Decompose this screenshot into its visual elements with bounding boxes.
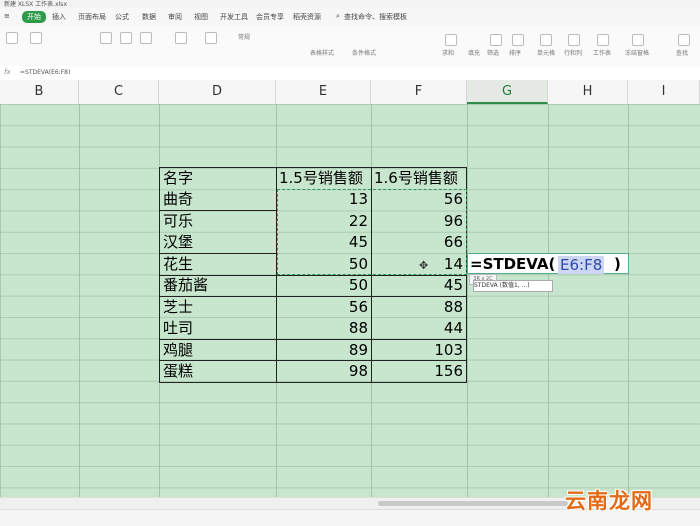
formula-prefix: =STDEVA(	[470, 255, 556, 273]
column-header-row: B C D E F G H I	[0, 80, 700, 105]
formula-suffix: )	[614, 255, 621, 273]
table-style-button[interactable]: 表格样式	[310, 48, 334, 57]
table-cell[interactable]: 22	[277, 211, 368, 232]
table-cell[interactable]: 可乐	[163, 211, 193, 232]
range-reference: E6:F8	[558, 256, 605, 274]
table-cell[interactable]: 芝士	[163, 297, 193, 318]
table-cell[interactable]: 45	[372, 275, 463, 296]
conditional-format-button[interactable]: 条件格式	[352, 48, 376, 57]
table-cell[interactable]: 98	[277, 361, 368, 382]
cell-editor[interactable]: =STDEVA( E6:F8 )	[467, 253, 629, 274]
header-sales-1-5: 1.5号销售额	[279, 169, 363, 187]
table-cell[interactable]: 番茄酱	[163, 275, 208, 296]
worksheet-icon[interactable]	[597, 34, 609, 46]
column-header-b[interactable]: B	[0, 80, 79, 104]
paste-icon[interactable]	[6, 32, 18, 44]
table-cell[interactable]: 88	[372, 297, 463, 318]
table-cell[interactable]: 88	[277, 318, 368, 339]
row-col-icon[interactable]	[568, 34, 580, 46]
table-cell[interactable]: 蛋糕	[163, 361, 193, 382]
find-icon[interactable]	[678, 34, 690, 46]
table-cell[interactable]: 45	[277, 232, 368, 253]
table-cell[interactable]: 50	[277, 275, 368, 296]
table-cell[interactable]: 56	[277, 297, 368, 318]
find-button[interactable]: 查找	[676, 48, 688, 57]
menu-icon[interactable]: ≡	[4, 12, 10, 20]
filter-icon[interactable]	[490, 34, 502, 46]
menu-developer[interactable]: 开发工具	[220, 12, 248, 22]
menu-data[interactable]: 数据	[142, 12, 156, 22]
table-cell[interactable]: 13	[277, 189, 368, 210]
bold-icon[interactable]	[100, 32, 112, 44]
menu-member[interactable]: 会员专享	[256, 12, 284, 22]
menu-start[interactable]: 开始	[22, 11, 46, 23]
gridline	[467, 104, 468, 497]
scrollbar-thumb[interactable]	[378, 501, 568, 506]
cut-icon[interactable]	[30, 32, 42, 44]
filter-button[interactable]: 筛选	[487, 48, 499, 57]
table-cell[interactable]: 花生	[163, 254, 193, 275]
header-name: 名字	[163, 169, 194, 187]
table-cell[interactable]: 103	[372, 340, 463, 361]
italic-icon[interactable]	[120, 32, 132, 44]
table-cell[interactable]: 汉堡	[163, 232, 193, 253]
column-header-g[interactable]: G	[467, 80, 548, 104]
column-header-e[interactable]: E	[276, 80, 371, 104]
table-cell[interactable]: 14	[372, 254, 463, 275]
row-col-button[interactable]: 行和列	[564, 48, 582, 57]
column-header-f[interactable]: F	[371, 80, 467, 104]
underline-icon[interactable]	[140, 32, 152, 44]
gridline	[548, 104, 549, 497]
menu-bar: ≡ 开始 插入 页面布局 公式 数据 审阅 视图 开发工具 会员专享 稻壳资源 …	[0, 8, 700, 26]
table-cell[interactable]: 鸡腿	[163, 340, 193, 361]
table-cell[interactable]: 156	[372, 361, 463, 382]
menu-insert[interactable]: 插入	[52, 12, 66, 22]
sum-icon[interactable]	[445, 34, 457, 46]
fill-button[interactable]: 填充	[468, 48, 480, 57]
table-border	[159, 382, 467, 383]
menu-review[interactable]: 审阅	[168, 12, 182, 22]
cell-icon[interactable]	[540, 34, 552, 46]
menu-formula[interactable]: 公式	[115, 12, 129, 22]
column-header-h[interactable]: H	[548, 80, 628, 104]
freeze-icon[interactable]	[632, 34, 644, 46]
align-icon[interactable]	[175, 32, 187, 44]
command-search[interactable]: 查找命令、搜索模板	[344, 12, 407, 22]
menu-page-layout[interactable]: 页面布局	[78, 12, 106, 22]
search-icon[interactable]: ⌕	[336, 12, 340, 21]
table-cell[interactable]: 96	[372, 211, 463, 232]
sort-button[interactable]: 排序	[509, 48, 521, 57]
menu-view[interactable]: 视图	[194, 12, 208, 22]
watermark: 云南龙网	[565, 489, 653, 513]
formula-input[interactable]: =STDEVA(E6:F8)	[20, 69, 70, 76]
table-cell[interactable]: 56	[372, 189, 463, 210]
column-header-i[interactable]: I	[628, 80, 700, 104]
sum-button[interactable]: 求和	[442, 48, 454, 57]
function-tooltip: STDEVA (数值1, ...)	[473, 280, 553, 292]
table-cell[interactable]: 66	[372, 232, 463, 253]
formula-bar: fx =STDEVA(E6:F8)	[0, 66, 700, 81]
cell-button[interactable]: 单元格	[537, 48, 555, 57]
column-header-d[interactable]: D	[159, 80, 276, 104]
table-cell[interactable]: 89	[277, 340, 368, 361]
header-sales-1-6: 1.6号销售额	[374, 169, 458, 187]
table-cell[interactable]: 曲奇	[163, 189, 193, 210]
table-cell[interactable]: 50	[277, 254, 368, 275]
gridline	[79, 104, 80, 497]
gridline	[628, 104, 629, 497]
merge-icon[interactable]	[205, 32, 217, 44]
fx-icon[interactable]: fx	[4, 68, 11, 76]
number-format-select[interactable]: 常规	[238, 32, 250, 41]
menu-docer[interactable]: 稻壳资源	[293, 12, 321, 22]
freeze-button[interactable]: 冻结窗格	[625, 48, 649, 57]
cursor-icon: ✥	[419, 259, 429, 272]
worksheet-button[interactable]: 工作表	[593, 48, 611, 57]
window-title: 新建 XLSX 工作表.xlsx	[4, 1, 67, 8]
sort-icon[interactable]	[512, 34, 524, 46]
table-cell[interactable]: 44	[372, 318, 463, 339]
ribbon-toolbar: 常规 表格样式 条件格式 求和 筛选 排序 填充 单元格 行和列 工作表 冻结窗…	[0, 26, 700, 67]
table-cell[interactable]: 吐司	[163, 318, 193, 339]
column-header-c[interactable]: C	[79, 80, 159, 104]
